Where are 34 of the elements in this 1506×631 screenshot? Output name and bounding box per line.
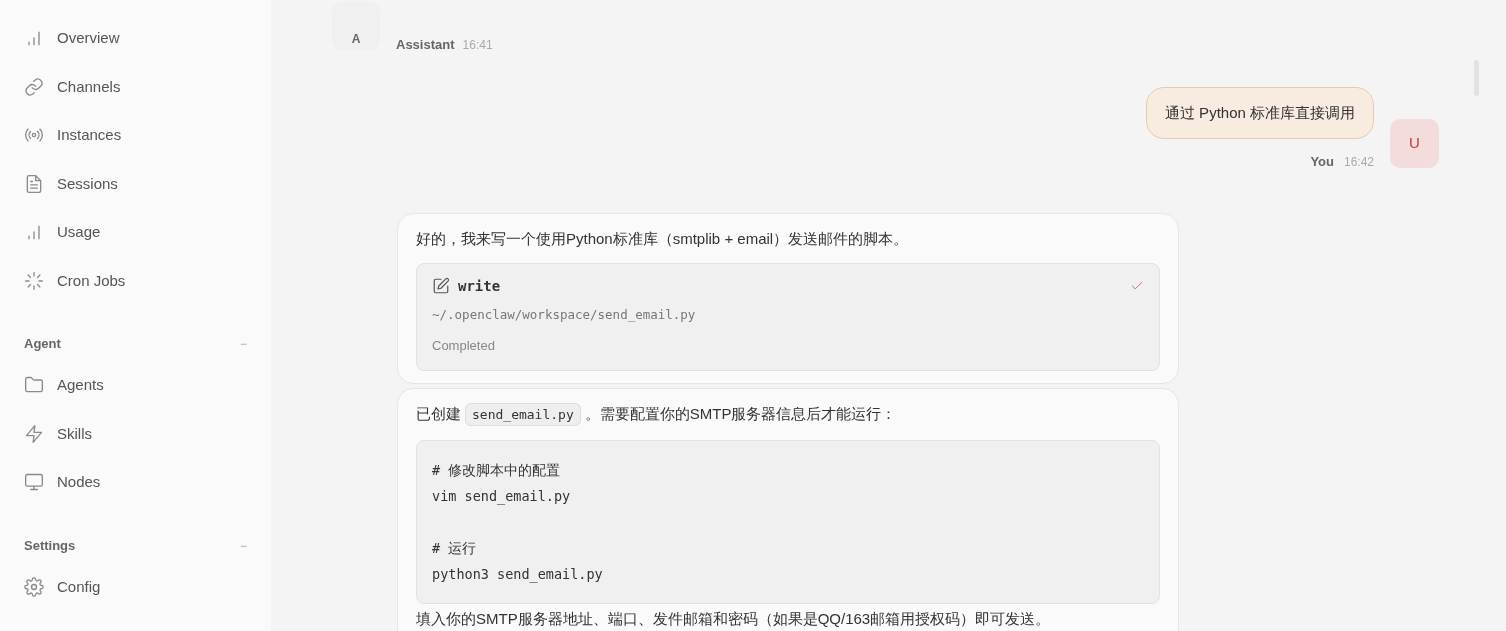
tool-status: Completed	[432, 337, 496, 356]
inline-code: send_email.py	[465, 402, 581, 426]
message-text: 填入你的SMTP服务器地址、端口、发件邮箱和密码（如果是QQ/163邮箱用授权码）即可发送。	[416, 608, 1052, 629]
code-block: # 修改脚本中的配置 vim send_email.py # 运行 python3 send_email.py	[416, 439, 1160, 604]
avatar: A	[332, 2, 380, 50]
nav-item[interactable]: Agents	[16, 361, 255, 410]
nav-item[interactable]: Overview	[16, 14, 255, 63]
document-icon	[24, 173, 44, 194]
message-time: 16:42	[1343, 154, 1374, 171]
link-icon	[24, 76, 44, 97]
nav-item[interactable]: Channels	[16, 62, 255, 111]
section-title: Agent	[24, 335, 61, 354]
nav-item[interactable]: Nodes	[16, 458, 255, 507]
tool-name: write	[458, 276, 501, 296]
lightning-icon	[24, 423, 44, 444]
nav-item[interactable]: Skills	[16, 409, 255, 458]
message-text: 好的，我来写一个使用Python标准库（smtplib + email）发送邮件的脚本。	[416, 228, 910, 249]
loader-icon	[24, 270, 44, 291]
nav-item[interactable]: Instances	[16, 111, 255, 160]
section-title: Settings	[24, 536, 76, 555]
edit-icon	[432, 277, 450, 295]
sender-name: You	[1310, 153, 1334, 171]
sender-name: Assistant	[396, 36, 455, 54]
nav-item[interactable]: Usage	[16, 208, 255, 257]
nav-item[interactable]: Config	[16, 562, 255, 611]
settings-icon	[24, 576, 44, 597]
user-message: 通过 Python 标准库直接调用	[1145, 86, 1374, 139]
avatar: U	[1390, 118, 1439, 168]
monitor-icon	[24, 472, 44, 493]
nav-item[interactable]: Sessions	[16, 159, 255, 208]
nav-item[interactable]: Cron Jobs	[16, 256, 255, 305]
message-text: 已创建 send_email.py 。需要配置你的SMTP服务器信息后才能运行：	[416, 400, 1160, 428]
message-time: 16:41	[462, 37, 493, 54]
file-path: ~/.openclaw/workspace/send_email.py	[432, 305, 697, 324]
